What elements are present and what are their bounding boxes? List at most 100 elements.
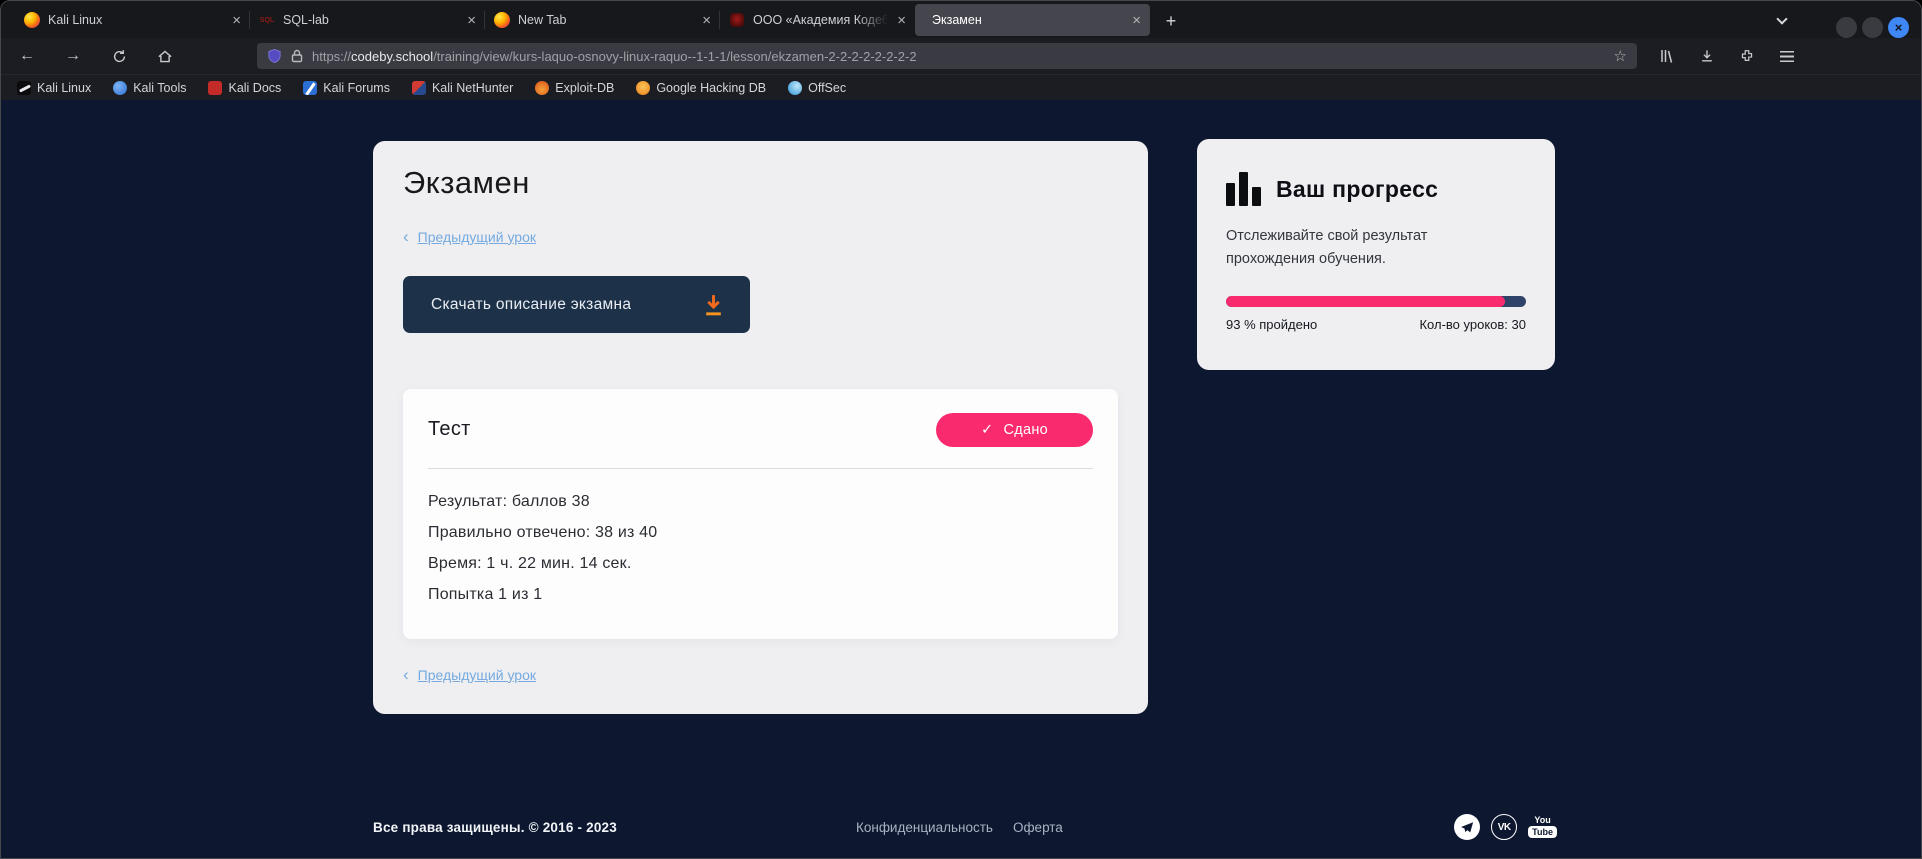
tab-title: ООО «Академия Кодеба (753, 13, 891, 27)
close-icon[interactable]: × (702, 13, 711, 28)
back-button[interactable]: ← (11, 42, 43, 70)
app-menu-icon[interactable] (1771, 42, 1803, 70)
tab-exam-active[interactable]: Экзамен × (915, 4, 1150, 36)
download-button-label: Скачать описание экзамна (431, 296, 631, 314)
tab-sql-lab[interactable]: SQL SQL-lab × (250, 4, 485, 36)
kali-tools-icon (113, 81, 127, 95)
navigation-bar: ← → https://codeby.school/training/view/… (1, 38, 1921, 74)
result-score: Результат: баллов 38 (428, 486, 1093, 517)
bookmark-exploit-db[interactable]: Exploit-DB (535, 81, 614, 95)
close-icon[interactable]: × (897, 13, 906, 28)
bookmark-label: Kali NetHunter (432, 81, 513, 95)
exploit-db-icon (535, 81, 549, 95)
bookmark-label: Exploit-DB (555, 81, 614, 95)
vk-icon[interactable]: VK (1491, 814, 1517, 840)
window-controls: × (1836, 17, 1909, 38)
close-icon[interactable]: × (467, 13, 476, 28)
bookmarks-bar: Kali Linux Kali Tools Kali Docs Kali For… (1, 74, 1921, 100)
previous-lesson-link-bottom[interactable]: ‹ Предыдущий урок (403, 666, 1118, 683)
minimize-button[interactable] (1836, 17, 1857, 38)
bookmark-star-icon[interactable]: ☆ (1614, 47, 1627, 65)
divider (428, 468, 1093, 469)
chevron-left-icon: ‹ (403, 666, 409, 683)
kali-docs-icon (208, 81, 222, 95)
exam-card: Экзамен ‹ Предыдущий урок Скачать описан… (373, 141, 1148, 714)
page-content: Экзамен ‹ Предыдущий урок Скачать описан… (1, 100, 1921, 859)
library-icon[interactable] (1651, 42, 1683, 70)
bookmark-label: Kali Forums (323, 81, 390, 95)
status-badge-passed: ✓ Сдано (936, 413, 1093, 447)
bookmark-label: Kali Docs (228, 81, 281, 95)
download-exam-description-button[interactable]: Скачать описание экзамна (403, 276, 750, 333)
tracking-protection-shield-icon[interactable] (267, 48, 282, 64)
youtube-icon[interactable]: You Tube (1528, 816, 1557, 838)
reload-button[interactable] (103, 42, 135, 70)
bookmark-label: OffSec (808, 81, 846, 95)
previous-lesson-link-top[interactable]: ‹ Предыдущий урок (403, 228, 1118, 245)
tab-title: SQL-lab (283, 13, 461, 27)
kali-nethunter-icon (412, 81, 426, 95)
tab-new-tab[interactable]: New Tab × (485, 4, 720, 36)
close-icon[interactable]: × (1132, 13, 1141, 28)
close-icon[interactable]: × (232, 13, 241, 28)
codeby-favicon (729, 12, 745, 28)
extensions-puzzle-icon[interactable] (1731, 42, 1763, 70)
social-icons: VK You Tube (1454, 814, 1557, 840)
tab-title: Kali Linux (48, 13, 226, 27)
bookmark-offsec[interactable]: OffSec (788, 81, 846, 95)
lessons-count-label: Кол-во уроков: 30 (1419, 317, 1526, 332)
bookmark-kali-forums[interactable]: Kali Forums (303, 81, 390, 95)
previous-lesson-anchor[interactable]: Предыдущий урок (418, 229, 536, 245)
progress-percent-label: 93 % пройдено (1226, 317, 1317, 332)
lock-icon[interactable] (291, 49, 303, 63)
browser-window: Kali Linux × SQL SQL-lab × New Tab × ООО… (0, 0, 1922, 859)
telegram-icon[interactable] (1454, 814, 1480, 840)
bookmark-label: Kali Linux (37, 81, 91, 95)
home-button[interactable] (149, 42, 181, 70)
kali-dragon-icon (17, 81, 31, 95)
bookmark-label: Google Hacking DB (656, 81, 766, 95)
forward-button[interactable]: → (57, 42, 89, 70)
chevron-left-icon: ‹ (403, 228, 409, 245)
tab-bar: Kali Linux × SQL SQL-lab × New Tab × ООО… (1, 1, 1921, 38)
bookmark-kali-tools[interactable]: Kali Tools (113, 81, 186, 95)
page-title: Экзамен (403, 165, 1118, 201)
privacy-link[interactable]: Конфиденциальность (856, 820, 993, 835)
downloads-icon[interactable] (1691, 42, 1723, 70)
progress-title: Ваш прогресс (1276, 176, 1438, 203)
result-time: Время: 1 ч. 22 мин. 14 сек. (428, 548, 1093, 579)
url-bar[interactable]: https://codeby.school/training/view/kurs… (257, 43, 1637, 69)
bookmark-kali-nethunter[interactable]: Kali NetHunter (412, 81, 513, 95)
kali-forums-icon (303, 81, 317, 95)
copyright-text: Все права защищены. © 2016 - 2023 (373, 820, 617, 835)
bookmark-kali-docs[interactable]: Kali Docs (208, 81, 281, 95)
bookmark-label: Kali Tools (133, 81, 186, 95)
previous-lesson-anchor[interactable]: Предыдущий урок (418, 667, 536, 683)
offer-link[interactable]: Оферта (1013, 820, 1063, 835)
test-result-card: Тест ✓ Сдано Результат: баллов 38 Правил… (403, 389, 1118, 639)
progress-bar-fill (1226, 296, 1505, 307)
bookmark-kali-linux[interactable]: Kali Linux (17, 81, 91, 95)
status-badge-label: Сдано (1003, 422, 1048, 438)
result-correct-answers: Правильно отвечено: 38 из 40 (428, 517, 1093, 548)
sql-favicon: SQL (259, 12, 275, 28)
test-results: Результат: баллов 38 Правильно отвечено:… (428, 486, 1093, 610)
progress-bar (1226, 296, 1526, 307)
maximize-button[interactable] (1862, 17, 1883, 38)
tab-kali-linux[interactable]: Kali Linux × (15, 4, 250, 36)
google-hacking-db-icon (636, 81, 650, 95)
bookmark-google-hacking-db[interactable]: Google Hacking DB (636, 81, 766, 95)
download-icon (701, 292, 726, 318)
tab-academy-codeby[interactable]: ООО «Академия Кодеба × (720, 4, 915, 36)
bar-chart-icon (1226, 172, 1261, 206)
firefox-icon (494, 12, 510, 28)
toolbar-right (1651, 42, 1803, 70)
check-icon: ✓ (981, 422, 993, 438)
progress-description: Отслеживайте свой результат прохождения … (1226, 225, 1471, 271)
new-tab-button[interactable]: + (1156, 6, 1186, 36)
result-attempt: Попытка 1 из 1 (428, 579, 1093, 610)
close-window-button[interactable]: × (1888, 17, 1909, 38)
offsec-icon (788, 81, 802, 95)
tab-list-dropdown-icon[interactable] (1768, 7, 1796, 35)
progress-card: Ваш прогресс Отслеживайте свой результат… (1197, 139, 1555, 370)
